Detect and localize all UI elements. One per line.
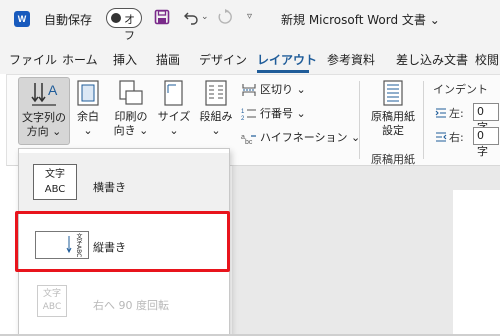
tab-draw[interactable]: 描画	[156, 51, 180, 68]
size-label: サイズ	[157, 110, 191, 123]
hyphenation-button[interactable]: a bc ハイフネーション ⌄	[241, 129, 360, 145]
group-divider	[423, 81, 424, 159]
columns-caret: ⌄	[211, 124, 221, 137]
tab-insert[interactable]: 挿入	[113, 51, 137, 68]
svg-text:2: 2	[241, 116, 245, 121]
horizontal-text-thumb: 文字 ABC	[33, 164, 77, 200]
autosave-toggle[interactable]: オフ	[106, 8, 142, 42]
tab-mailings[interactable]: 差し込み文書	[396, 51, 468, 68]
menu-item-rotate-right-90: 文字 ABC 右へ 90 度回転	[19, 277, 229, 335]
tab-layout[interactable]: レイアウト	[257, 51, 317, 68]
margins-icon	[77, 80, 99, 106]
document-page[interactable]	[453, 190, 500, 336]
redo-icon	[218, 9, 232, 24]
menu-item-horizontal[interactable]: 文字 ABC 横書き	[19, 153, 229, 211]
line-numbers-button[interactable]: 1 2 行番号 ⌄	[241, 105, 306, 121]
hyphenation-label: ハイフネーション ⌄	[260, 131, 361, 144]
toggle-knob	[111, 13, 121, 23]
manuscript-label-line2: 設定	[382, 124, 404, 137]
autosave-label: 自動保存	[44, 13, 93, 27]
thumb-text-line2: ABC	[44, 184, 66, 195]
margins-caret: ⌄	[83, 124, 93, 137]
menu-item-label: 横書き	[93, 181, 126, 194]
manuscript-group-label: 原稿用紙	[371, 153, 415, 166]
svg-text:A: A	[48, 82, 58, 98]
svg-text:bc: bc	[245, 139, 253, 145]
page-size-icon	[164, 80, 183, 106]
size-button[interactable]: サイズ ⌄	[155, 79, 193, 145]
columns-label: 段組み	[199, 110, 233, 123]
rotated-text-thumb: 文字 ABC	[37, 285, 67, 317]
line-numbers-label: 行番号 ⌄	[260, 107, 306, 120]
margins-label: 余白	[77, 110, 99, 123]
customize-toolbar-icon[interactable]: ▿	[247, 11, 252, 22]
indent-right-input[interactable]: 0 字	[473, 127, 499, 158]
manuscript-label-line1: 原稿用紙	[371, 110, 415, 123]
size-caret: ⌄	[169, 124, 179, 137]
thumb-text-line1: 文字	[42, 289, 61, 299]
indent-left-input[interactable]: 0 字	[473, 103, 499, 134]
ribbon-tab-bar: ファイル ホーム 挿入 描画 デザイン レイアウト 参考資料 差し込み文書 校閲	[0, 40, 500, 74]
tab-references[interactable]: 参考資料	[327, 51, 375, 68]
tab-home[interactable]: ホーム	[62, 51, 98, 68]
line-numbers-icon: 1 2	[241, 109, 256, 121]
columns-button[interactable]: 段組み ⌄	[197, 79, 235, 145]
manuscript-settings-button[interactable]: 原稿用紙 設定	[369, 79, 417, 139]
save-icon[interactable]	[154, 9, 170, 25]
menu-item-label: 右へ 90 度回転	[93, 299, 169, 312]
indent-left-label: 左:	[449, 107, 464, 120]
autosave-toggle-text: オフ	[124, 13, 135, 42]
breaks-label: 区切り ⌄	[260, 83, 306, 96]
breaks-button[interactable]: 区切り ⌄	[241, 81, 306, 97]
thumb-text-line1: 文字	[45, 169, 65, 180]
tab-review[interactable]: 校閲	[475, 51, 499, 68]
text-direction-button[interactable]: A 文字列の 方向 ⌄	[18, 77, 70, 145]
orientation-label-line1: 印刷の	[114, 110, 148, 123]
text-direction-label-line2: 方向 ⌄	[26, 125, 62, 138]
tab-file[interactable]: ファイル	[9, 51, 57, 68]
orientation-icon	[119, 80, 143, 105]
indent-right-icon	[436, 132, 447, 142]
hyphenation-icon: a bc	[241, 134, 256, 145]
undo-icon[interactable]	[183, 9, 199, 25]
undo-dropdown-icon[interactable]: ⌄	[201, 12, 209, 22]
columns-icon	[205, 80, 227, 106]
text-direction-icon: A	[31, 82, 58, 106]
highlight-annotation-box	[15, 211, 230, 272]
thumb-text-line2: ABC	[42, 302, 62, 312]
orientation-button[interactable]: 印刷の 向き ⌄	[111, 79, 151, 145]
breaks-icon	[242, 84, 256, 96]
active-tab-indicator	[257, 70, 309, 73]
tab-design[interactable]: デザイン	[199, 51, 247, 68]
svg-text:1: 1	[241, 109, 245, 115]
manuscript-paper-icon	[383, 80, 403, 106]
orientation-label-line2: 向き ⌄	[113, 124, 149, 137]
text-direction-label-line1: 文字列の	[22, 111, 66, 124]
margins-button[interactable]: 余白 ⌄	[73, 79, 103, 145]
title-bar: W 自動保存 オフ ⌄ ▿ 新規 Microsoft Word 文書 ⌄	[0, 0, 500, 42]
document-title[interactable]: 新規 Microsoft Word 文書 ⌄	[281, 11, 440, 28]
group-divider	[359, 81, 360, 159]
indent-left-icon	[435, 108, 446, 118]
word-app-icon: W	[14, 11, 30, 27]
indent-group-title: インデント	[433, 83, 488, 96]
indent-right-label: 右:	[449, 131, 464, 144]
